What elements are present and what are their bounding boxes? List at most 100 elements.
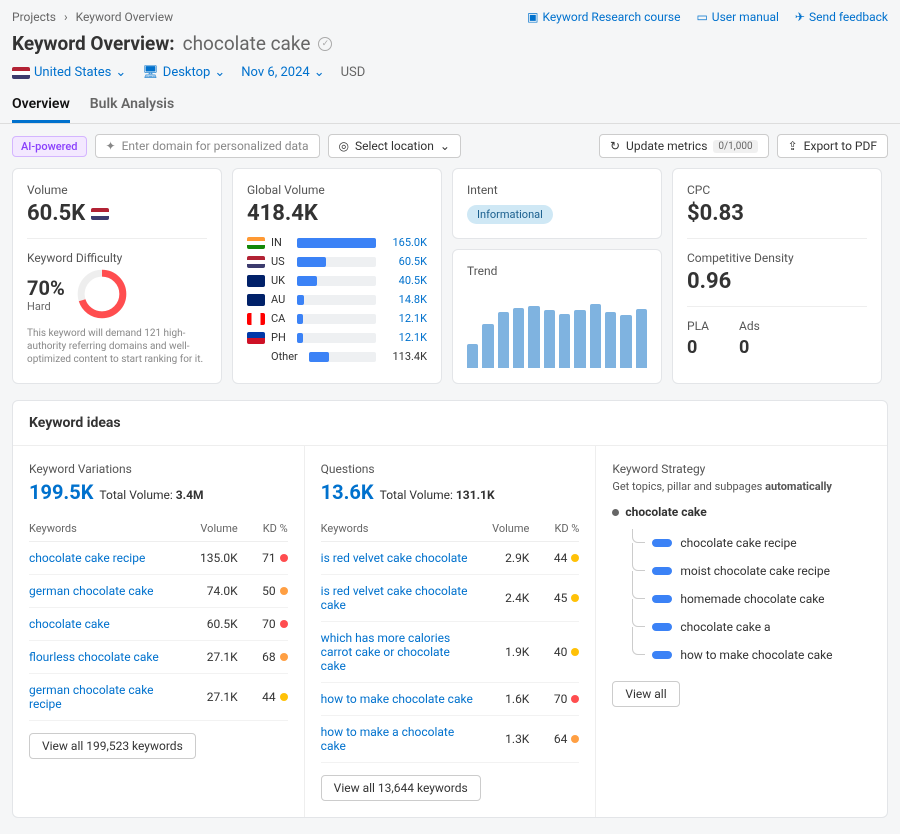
tab-overview[interactable]: Overview [12, 96, 70, 123]
country-value[interactable]: 60.5K [382, 255, 427, 268]
location-select[interactable]: ◎ Select location ⌄ [328, 134, 461, 158]
table-row: german chocolate cake74.0K50 [29, 575, 288, 608]
chevron-right-icon: › [64, 10, 68, 24]
strategy-item[interactable]: chocolate cake a [612, 613, 871, 641]
kd-cell: 71 [238, 551, 288, 565]
kd-cell: 68 [238, 650, 288, 664]
controls-row: AI-powered ✦ Enter domain for personaliz… [0, 124, 900, 168]
volume-value: 60.5K [27, 201, 207, 226]
tabs: Overview Bulk Analysis [0, 86, 900, 124]
country-code: AU [271, 293, 291, 306]
keyword-link[interactable]: how to make a chocolate cake [321, 725, 475, 753]
country-bar [297, 276, 376, 286]
breadcrumb-projects[interactable]: Projects [12, 10, 56, 24]
strategy-item[interactable]: moist chocolate cake recipe [612, 557, 871, 585]
questions-label: Questions [321, 462, 580, 476]
update-metrics-button[interactable]: ↻ Update metrics 0/1,000 [599, 134, 769, 158]
cpc-density-card: CPC $0.83 Competitive Density 0.96 PLA 0… [672, 168, 882, 384]
pla-label: PLA [687, 319, 709, 333]
keyword-link[interactable]: chocolate cake [29, 617, 183, 631]
keyword-link[interactable]: how to make chocolate cake [321, 692, 475, 706]
chevron-down-icon: ⌄ [214, 65, 225, 80]
dot-icon [612, 509, 619, 516]
volume-cell: 27.1K [183, 690, 238, 704]
table-row: how to make a chocolate cake1.3K64 [321, 716, 580, 763]
volume-cell: 27.1K [183, 650, 238, 664]
country-row: US60.5K [247, 255, 427, 268]
country-value[interactable]: 165.0K [382, 236, 427, 249]
table-row: chocolate cake recipe135.0K71 [29, 542, 288, 575]
country-row: IN165.0K [247, 236, 427, 249]
manual-link[interactable]: ▭User manual [696, 10, 778, 24]
country-other-val[interactable]: 113.4K [382, 350, 427, 363]
feedback-link[interactable]: ✈Send feedback [795, 10, 888, 24]
device-filter[interactable]: 🖥Desktop ⌄ [142, 65, 225, 80]
desktop-icon: 🖥 [142, 65, 159, 80]
domain-input[interactable]: ✦ Enter domain for personalized data [95, 134, 320, 158]
variations-value[interactable]: 199.5K [29, 480, 93, 504]
ai-powered-badge: AI-powered [12, 136, 87, 157]
strategy-item[interactable]: chocolate cake recipe [612, 529, 871, 557]
keyword-link[interactable]: german chocolate cake [29, 584, 183, 598]
kd-cell: 40 [529, 645, 579, 659]
chevron-down-icon: ⌄ [440, 139, 450, 153]
date-filter[interactable]: Nov 6, 2024 ⌄ [241, 65, 324, 80]
kd-donut-chart [77, 269, 127, 319]
update-count: 0/1,000 [713, 140, 757, 153]
global-volume-value: 418.4K [247, 201, 427, 226]
kd-note: This keyword will demand 121 high-author… [27, 327, 207, 366]
table-row: german chocolate cake recipe27.1K44 [29, 674, 288, 721]
keyword-link[interactable]: flourless chocolate cake [29, 650, 183, 664]
kd-cell: 70 [529, 692, 579, 706]
chevron-down-icon: ⌄ [314, 65, 325, 80]
view-all-questions-button[interactable]: View all 13,644 keywords [321, 775, 481, 801]
keyword-link[interactable]: chocolate cake recipe [29, 551, 183, 565]
intent-badge: Informational [467, 205, 553, 224]
kd-dot-icon [571, 594, 579, 602]
view-all-variations-button[interactable]: View all 199,523 keywords [29, 733, 196, 759]
strategy-pill-icon [652, 651, 672, 659]
in-flag-icon [247, 237, 265, 249]
course-link[interactable]: ▣Keyword Research course [527, 10, 680, 24]
keyword-link[interactable]: german chocolate cake recipe [29, 683, 183, 711]
strategy-item[interactable]: homemade chocolate cake [612, 585, 871, 613]
ph-flag-icon [247, 332, 265, 344]
country-filter[interactable]: United States ⌄ [12, 65, 126, 80]
keyword-link[interactable]: is red velvet cake chocolate cake [321, 584, 475, 612]
trend-bar [574, 310, 585, 368]
country-value[interactable]: 12.1K [382, 331, 427, 344]
trend-bar [620, 315, 631, 368]
view-all-strategy-button[interactable]: View all [612, 681, 679, 707]
table-row: which has more calories carrot cake or c… [321, 622, 580, 683]
table-row: chocolate cake60.5K70 [29, 608, 288, 641]
kd-dot-icon [571, 695, 579, 703]
kd-cell: 44 [529, 551, 579, 565]
questions-value[interactable]: 13.6K [321, 480, 374, 504]
country-row: PH 12.1K [247, 331, 427, 344]
volume-cell: 60.5K [183, 617, 238, 631]
keyword-link[interactable]: which has more calories carrot cake or c… [321, 631, 475, 673]
trend-bar [559, 314, 570, 368]
country-value[interactable]: 12.1K [382, 312, 427, 325]
trend-chart [467, 288, 647, 368]
kd-dot-icon [571, 735, 579, 743]
strategy-item-label: chocolate cake recipe [680, 536, 796, 550]
trend-label: Trend [467, 264, 647, 278]
country-code: PH [271, 331, 291, 344]
strategy-pill-icon [652, 595, 672, 603]
keyword-link[interactable]: is red velvet cake chocolate [321, 551, 475, 565]
export-pdf-button[interactable]: ⇪ Export to PDF [777, 134, 888, 158]
trend-bar [605, 312, 616, 368]
strategy-item[interactable]: how to make chocolate cake [612, 641, 871, 669]
keyword-ideas-section: Keyword ideas Keyword Variations 199.5K … [12, 400, 888, 818]
page-keyword: chocolate cake [183, 32, 311, 55]
kd-dot-icon [280, 554, 288, 562]
kd-dot-icon [280, 587, 288, 595]
country-value[interactable]: 14.8K [382, 293, 427, 306]
country-row: UK40.5K [247, 274, 427, 287]
country-value[interactable]: 40.5K [382, 274, 427, 287]
ideas-title: Keyword ideas [13, 401, 887, 446]
table-row: is red velvet cake chocolate2.9K44 [321, 542, 580, 575]
strategy-pill-icon [652, 623, 672, 631]
tab-bulk[interactable]: Bulk Analysis [90, 96, 174, 123]
